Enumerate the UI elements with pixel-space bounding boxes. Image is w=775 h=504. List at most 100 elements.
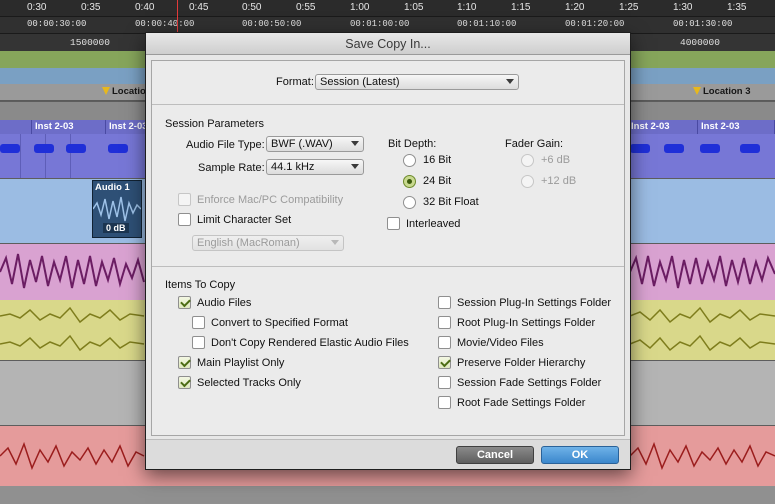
marker-icon [102, 87, 110, 95]
fader-6-radio[interactable] [521, 154, 534, 167]
charset-select[interactable]: English (MacRoman) [192, 235, 344, 251]
dialog-panel: Format: Session (Latest) Session Paramet… [151, 60, 625, 436]
audio-file-type-select[interactable]: BWF (.WAV) [266, 136, 364, 152]
audio-files-label: Audio Files [197, 297, 252, 309]
main-playlist-label: Main Playlist Only [197, 357, 285, 369]
divider [152, 266, 624, 267]
root-plugin-folder-label: Root Plug-In Settings Folder [457, 317, 596, 329]
convert-format-checkbox[interactable] [192, 316, 205, 329]
selected-tracks-label: Selected Tracks Only [197, 377, 301, 389]
limit-charset-label: Limit Character Set [197, 214, 292, 226]
root-plugin-folder-checkbox[interactable] [438, 316, 451, 329]
bar-tick: 0:30 [27, 2, 47, 13]
session-plugin-folder-checkbox[interactable] [438, 296, 451, 309]
bar-tick: 1:05 [404, 2, 424, 13]
minsec-tick: 00:00:40:00 [135, 19, 195, 29]
chevron-down-icon [331, 240, 339, 245]
bar-tick: 1:30 [673, 2, 693, 13]
midi-clip[interactable] [0, 120, 32, 134]
bit-32-radio[interactable] [403, 196, 416, 209]
bit-16-label: 16 Bit [423, 154, 452, 166]
preserve-hierarchy-label: Preserve Folder Hierarchy [457, 357, 586, 369]
bars-ruler[interactable]: 0:30 0:35 0:40 0:45 0:50 0:55 1:00 1:05 … [0, 0, 775, 17]
session-fade-folder-label: Session Fade Settings Folder [457, 377, 602, 389]
divider [152, 104, 624, 105]
cancel-button[interactable]: Cancel [456, 446, 534, 464]
session-fade-folder-checkbox[interactable] [438, 376, 451, 389]
samples-tick: 4000000 [680, 37, 720, 48]
dont-copy-elastic-checkbox[interactable] [192, 336, 205, 349]
root-fade-folder-checkbox[interactable] [438, 396, 451, 409]
playhead-cursor[interactable] [177, 0, 178, 34]
audio-file-type-value: BWF (.WAV) [271, 138, 333, 150]
bar-tick: 1:15 [511, 2, 531, 13]
main-playlist-checkbox[interactable] [178, 356, 191, 369]
bar-tick: 0:35 [81, 2, 101, 13]
session-params-title: Session Parameters [165, 118, 265, 130]
movie-video-checkbox[interactable] [438, 336, 451, 349]
minsec-tick: 00:00:30:00 [27, 19, 87, 29]
minsec-tick: 00:01:30:00 [673, 19, 733, 29]
chevron-down-icon [351, 164, 359, 169]
clip-gain: 0 dB [103, 223, 129, 233]
location-marker[interactable]: Location 3 [693, 86, 751, 97]
format-label: Format: [276, 76, 314, 88]
bar-tick: 1:10 [457, 2, 477, 13]
minsec-tick: 00:00:50:00 [242, 19, 302, 29]
clip-label: Audio 1 [95, 182, 130, 193]
bit-32-label: 32 Bit Float [423, 196, 479, 208]
bar-tick: 0:50 [242, 2, 262, 13]
movie-video-label: Movie/Video Files [457, 337, 544, 349]
minsec-tick: 00:01:00:00 [350, 19, 410, 29]
fader-12-label: +12 dB [541, 175, 577, 187]
midi-clip[interactable]: Inst 2-03 [32, 120, 106, 134]
enforce-compat-checkbox[interactable] [178, 193, 191, 206]
fader-12-radio[interactable] [521, 175, 534, 188]
bit-depth-label: Bit Depth: [388, 138, 437, 150]
fader-6-label: +6 dB [541, 154, 571, 166]
midi-clip[interactable]: Inst 2-03 [628, 120, 698, 134]
sample-rate-value: 44.1 kHz [271, 161, 315, 173]
midi-clip[interactable]: Inst 2-03 [106, 120, 148, 134]
sample-rate-label: Sample Rate: [198, 162, 265, 174]
midi-clip[interactable]: Inst 2-03 [698, 120, 775, 134]
format-value: Session (Latest) [320, 76, 400, 88]
charset-value: English (MacRoman) [197, 237, 300, 249]
dialog-title[interactable]: Save Copy In... [146, 33, 630, 55]
items-to-copy-title: Items To Copy [165, 279, 236, 291]
dont-copy-elastic-label: Don't Copy Rendered Elastic Audio Files [211, 337, 409, 349]
audio-clip[interactable]: Audio 1 0 dB [92, 180, 142, 238]
session-plugin-folder-label: Session Plug-In Settings Folder [457, 297, 612, 309]
save-copy-dialog: Save Copy In... Format: Session (Latest)… [145, 32, 631, 470]
bar-tick: 1:35 [727, 2, 747, 13]
root-fade-folder-label: Root Fade Settings Folder [457, 397, 586, 409]
interleaved-label: Interleaved [406, 218, 461, 230]
bit-24-radio[interactable] [403, 175, 416, 188]
bar-tick: 1:00 [350, 2, 370, 13]
enforce-compat-label: Enforce Mac/PC Compatibility [197, 194, 344, 206]
convert-format-label: Convert to Specified Format [211, 317, 348, 329]
bit-16-radio[interactable] [403, 154, 416, 167]
track-strip [0, 486, 775, 504]
samples-tick: 1500000 [70, 37, 110, 48]
bar-tick: 0:40 [135, 2, 155, 13]
bar-tick: 0:55 [296, 2, 316, 13]
interleaved-checkbox[interactable] [387, 217, 400, 230]
sample-rate-select[interactable]: 44.1 kHz [266, 159, 364, 175]
audio-files-checkbox[interactable] [178, 296, 191, 309]
marker-icon [693, 87, 701, 95]
limit-charset-checkbox[interactable] [178, 213, 191, 226]
ok-button[interactable]: OK [541, 446, 619, 464]
selected-tracks-checkbox[interactable] [178, 376, 191, 389]
minsec-tick: 00:01:10:00 [457, 19, 517, 29]
bar-tick: 1:20 [565, 2, 585, 13]
preserve-hierarchy-checkbox[interactable] [438, 356, 451, 369]
dialog-footer: Cancel OK [146, 439, 630, 469]
minsec-tick: 00:01:20:00 [565, 19, 625, 29]
bar-tick: 1:25 [619, 2, 639, 13]
audio-file-type-label: Audio File Type: [186, 139, 265, 151]
format-select[interactable]: Session (Latest) [315, 74, 519, 90]
bit-24-label: 24 Bit [423, 175, 452, 187]
marker-label: Location 3 [703, 86, 751, 97]
bar-tick: 0:45 [189, 2, 209, 13]
